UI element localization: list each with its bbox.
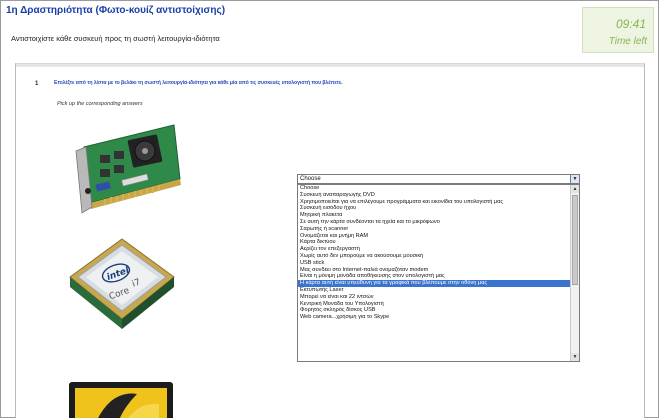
dropdown-option[interactable]: Σαρωτής ή scanner <box>298 226 571 233</box>
timer-value: 09:41 <box>615 17 646 31</box>
quiz-window: 1η Δραστηριότητα (Φωτο-κουίζ αντιστοίχισ… <box>0 0 659 418</box>
dropdown-option[interactable]: Η κάρτα αυτή είναι υπεύθυνη για τα γραφι… <box>298 280 571 287</box>
dropdown-option[interactable]: Εκτυπωτής Laser <box>298 287 571 294</box>
intel-cpu-image: intel Core i7 <box>69 238 175 329</box>
dropdown-option[interactable]: Κεντρική Μονάδα του Υπολογιστή <box>298 301 571 308</box>
answer-select[interactable]: Choose ▼ <box>297 174 580 184</box>
activity-title: 1η Δραστηριότητα (Φωτο-κουίζ αντιστοίχισ… <box>6 5 226 16</box>
timer-label: Time left <box>608 36 647 47</box>
dropdown-option[interactable]: Χωρίς αυτό δεν μπορούμε να ακούσουμε μου… <box>298 253 571 260</box>
dropdown-option[interactable]: Choose <box>298 185 571 192</box>
dropdown-option[interactable]: Είναι η μόνιμη μονάδα αποθήκευσης στον υ… <box>298 273 571 280</box>
pickup-hint: Pick up the corresponding answers <box>57 101 143 107</box>
scroll-up-icon[interactable]: ▲ <box>571 185 579 193</box>
dropdown-option[interactable]: Κάρτα δικτύου <box>298 239 571 246</box>
dropdown-options: Choose Συσκευή αναπαραγωγής DVD Χρησιμοποι… <box>298 185 571 321</box>
dropdown-option[interactable]: Αερίζει τον επεξεργαστή <box>298 246 571 253</box>
dropdown-option[interactable]: Μπορεί να είναι και 22 ιντσών <box>298 294 571 301</box>
panel-topbar <box>16 64 644 67</box>
question-instruction: Επιλέξτε από τη λίστα με το βελάκι τη σω… <box>54 80 343 86</box>
question-panel: 1 Επιλέξτε από τη λίστα με το βελάκι τη … <box>15 63 645 418</box>
question-number: 1 <box>35 81 39 87</box>
chevron-down-icon[interactable]: ▼ <box>570 175 579 183</box>
dropdown-option[interactable]: Συσκευή εισόδου ήχου <box>298 205 571 212</box>
dropdown-option[interactable]: Ονομάζεται και μνήμη RAM <box>298 233 571 240</box>
dropdown-scrollbar[interactable]: ▲ ▼ <box>570 185 579 361</box>
dropdown-option[interactable]: Σε αυτή την κάρτα συνδέονται τα ηχεία κα… <box>298 219 571 226</box>
dropdown-option[interactable]: Χρησιμοποιείται για να επιλέγουμε προγρά… <box>298 199 571 206</box>
activity-subtitle: Αντιστοιχίστε κάθε συσκευή προς τη σωστή… <box>11 34 220 43</box>
dropdown-option[interactable]: Συσκευή αναπαραγωγής DVD <box>298 192 571 199</box>
dropdown-option[interactable]: Μας συνδέει στο Internet-παλιά ονομαζότα… <box>298 267 571 274</box>
graphics-card-image <box>75 124 181 214</box>
monitor-image <box>69 382 173 418</box>
dropdown-option[interactable]: Φορητός σκληρός δίσκος USB <box>298 307 571 314</box>
dropdown-option[interactable]: Web camera...χρήσιμη για το Skype <box>298 314 571 321</box>
scroll-thumb[interactable] <box>572 195 578 285</box>
answer-select-value: Choose <box>300 176 321 182</box>
dropdown-option[interactable]: USB stick <box>298 260 571 267</box>
scroll-down-icon[interactable]: ▼ <box>571 353 579 361</box>
dropdown-option[interactable]: Μητρική πλακέτα <box>298 212 571 219</box>
answer-dropdown-list[interactable]: Choose Συσκευή αναπαραγωγής DVD Χρησιμοποι… <box>297 184 580 362</box>
timer-box: 09:41 Time left <box>582 7 654 53</box>
